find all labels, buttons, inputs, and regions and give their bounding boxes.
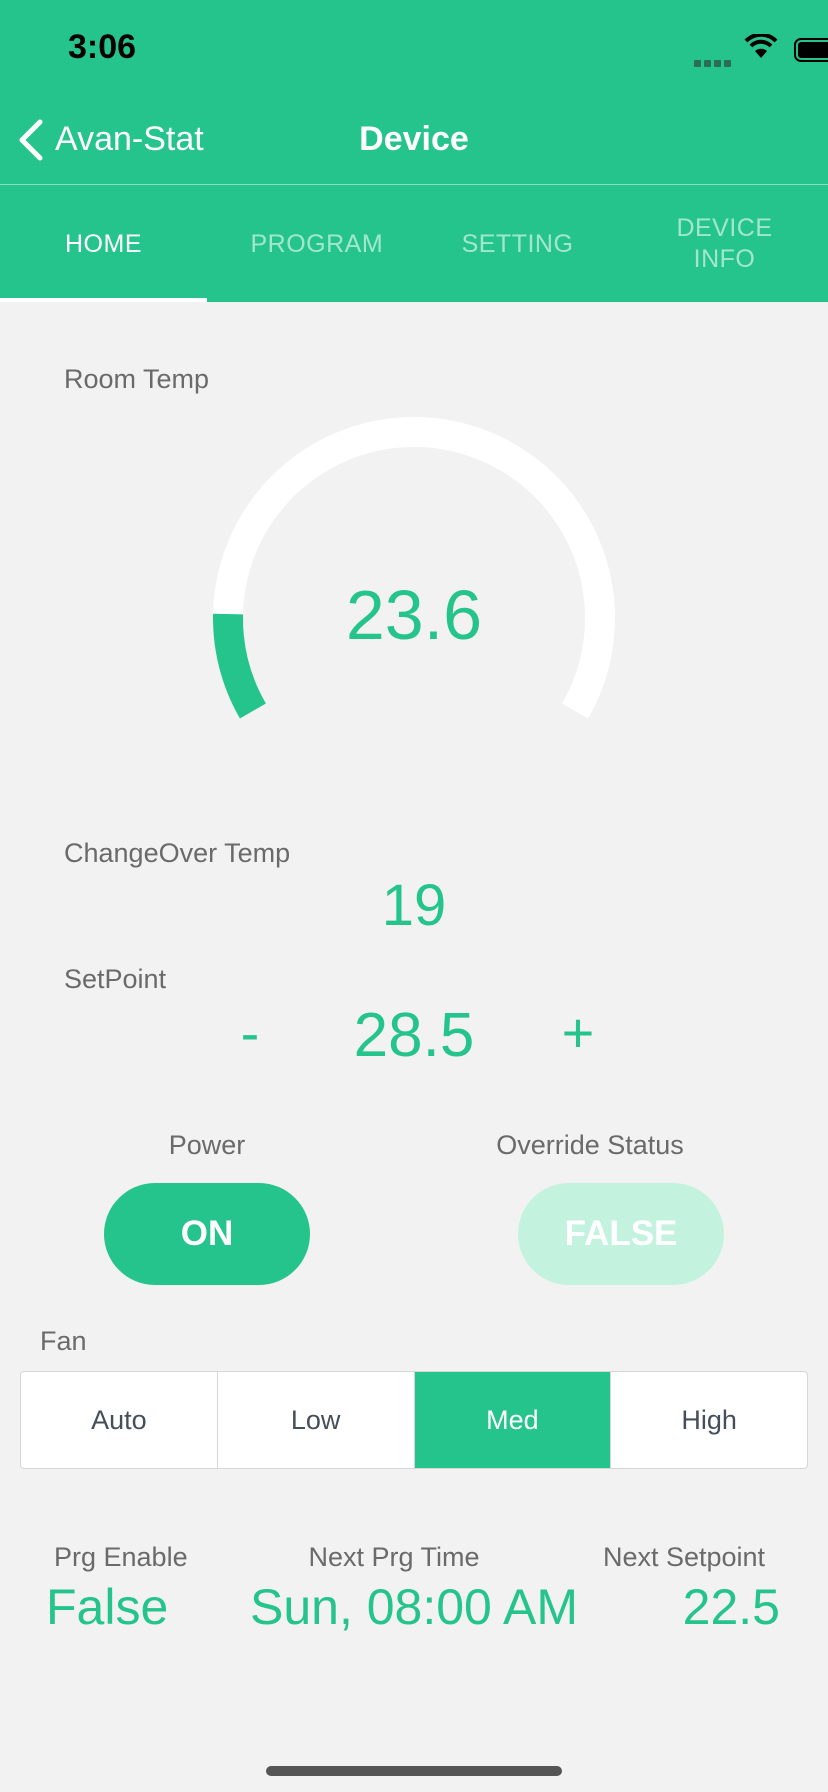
nav-divider [0,184,828,185]
tab-label: SETTING [461,229,574,258]
changeover-temp-value: 19 [381,873,447,938]
room-temp-value: 23.6 [345,576,483,654]
tab-home[interactable]: HOME [0,186,207,302]
override-status-button[interactable]: FALSE [518,1183,724,1285]
power-label: Power [168,1130,246,1160]
setpoint-increase-button[interactable]: + [553,1000,603,1065]
header: 3:06 Avan-Stat Device HOME PROGRAM SETTI… [0,0,828,302]
tab-setting[interactable]: SETTING [414,186,621,302]
status-time: 3:06 [68,28,137,66]
power-toggle-button[interactable]: ON [104,1183,310,1285]
tab-label: PROGRAM [250,229,384,258]
setpoint-label: SetPoint [64,964,167,994]
fan-option-med[interactable]: Med [414,1372,612,1468]
setpoint-value: 28.5 [353,1001,475,1070]
fan-option-high[interactable]: High [611,1372,807,1468]
next-setpoint-value: 22.5 [682,1579,780,1635]
next-setpoint-label: Next Setpoint [602,1542,766,1572]
wifi-icon [744,34,778,58]
room-temp-label: Room Temp [64,364,210,394]
fan-option-low[interactable]: Low [218,1372,415,1468]
next-prg-time-label: Next Prg Time [308,1542,480,1572]
fan-label: Fan [40,1326,87,1356]
home-indicator [266,1766,562,1776]
fan-segmented-control: Auto Low Med High [20,1371,808,1469]
tab-bar: HOME PROGRAM SETTING DEVICE INFO [0,186,828,302]
prg-enable-label: Prg Enable [54,1542,188,1572]
page-title: Device [359,120,469,158]
gauge-track [213,417,615,719]
tab-label: HOME [65,229,142,258]
fan-option-auto[interactable]: Auto [21,1372,218,1468]
cellular-signal-icon [694,54,734,67]
changeover-temp-label: ChangeOver Temp [64,838,291,868]
prg-enable-value: False [46,1579,169,1635]
tab-device-info[interactable]: DEVICE INFO [621,186,828,302]
battery-icon [794,38,828,62]
room-temp-gauge [213,417,615,719]
tab-program[interactable]: PROGRAM [207,186,414,302]
tab-label: DEVICE INFO [676,214,773,273]
override-status-label: Override Status [496,1130,684,1160]
next-prg-time-value: Sun, 08:00 AM [249,1579,578,1635]
